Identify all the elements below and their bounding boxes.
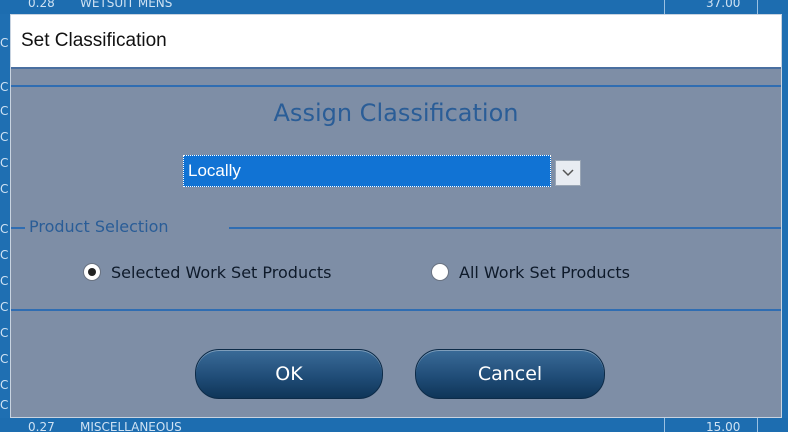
set-classification-dialog: Set Classification Assign Classification…: [10, 14, 782, 418]
row-stub: C: [0, 398, 9, 412]
product-selection-legend: Product Selection: [29, 217, 169, 236]
assign-classification-heading: Assign Classification: [273, 99, 519, 127]
radio-label: Selected Work Set Products: [111, 262, 332, 282]
row-stub: C: [0, 274, 9, 288]
radio-selected-work-set-products[interactable]: Selected Work Set Products: [83, 260, 332, 284]
group-box-border: [229, 227, 781, 229]
dialog-title: Set Classification: [21, 30, 167, 51]
divider: [11, 309, 781, 311]
row-value: 0.27: [28, 420, 55, 432]
row-description: WETSUIT MENS: [80, 0, 173, 10]
row-stub: C: [0, 156, 9, 170]
row-stub: C: [0, 248, 9, 262]
column-divider: [757, 0, 758, 14]
column-divider: [664, 418, 665, 432]
row-stub: C: [0, 300, 9, 314]
row-stub: C: [0, 352, 9, 366]
cancel-button[interactable]: Cancel: [415, 349, 605, 399]
row-stub: C: [0, 378, 9, 392]
row-description: MISCELLANEOUS: [80, 420, 182, 432]
row-price: 15.00: [706, 420, 741, 432]
radio-label: All Work Set Products: [459, 262, 630, 282]
row-price: 37.00: [706, 0, 741, 10]
classification-select-value: Locally: [188, 161, 241, 180]
app-window: 0.28 WETSUIT MENS 37.00 0.27 MISCELLANEO…: [0, 0, 788, 432]
classification-select-value-box[interactable]: Locally: [183, 155, 551, 187]
radio-button-unchecked[interactable]: [431, 263, 449, 281]
row-value: 0.28: [28, 0, 55, 10]
row-stub: C: [0, 130, 9, 144]
group-box-border: [11, 227, 25, 229]
row-stub: C: [0, 36, 9, 50]
row-stub: C: [0, 222, 9, 236]
radio-button-checked[interactable]: [83, 263, 101, 281]
row-stub: C: [0, 80, 9, 94]
row-stub: C: [0, 182, 9, 196]
background-table-row: 0.28 WETSUIT MENS 37.00: [0, 0, 788, 14]
divider: [11, 85, 781, 87]
dialog-title-bar[interactable]: Set Classification: [11, 15, 781, 69]
ok-button[interactable]: OK: [195, 349, 383, 399]
chevron-down-icon[interactable]: [555, 160, 581, 186]
row-stub: C: [0, 326, 9, 340]
background-table-row: 0.27 MISCELLANEOUS 15.00: [0, 418, 788, 432]
classification-select[interactable]: Locally: [183, 155, 583, 187]
column-divider: [757, 418, 758, 432]
radio-all-work-set-products[interactable]: All Work Set Products: [431, 260, 630, 284]
column-divider: [664, 0, 665, 14]
